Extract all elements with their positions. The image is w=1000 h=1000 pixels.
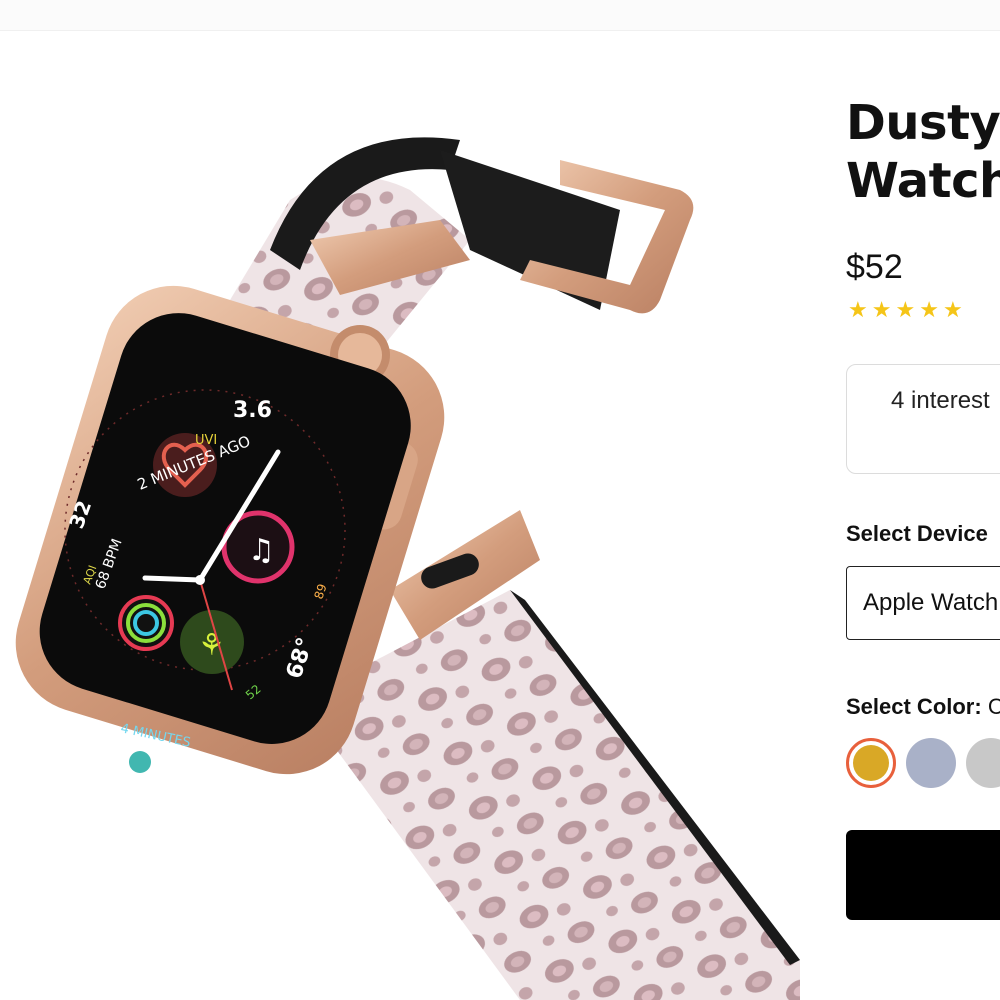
face-top-value: 3.6 [233, 398, 272, 423]
star-icon: ★ [895, 297, 916, 322]
svg-text:⚘: ⚘ [198, 628, 225, 663]
color-swatch-gold-fill [853, 745, 889, 781]
product-title-line1: Dusty [846, 95, 1000, 151]
color-swatch-gold[interactable] [846, 738, 896, 788]
info-text: 4 interest [891, 387, 990, 414]
product-title-line2: Watch [846, 153, 1000, 209]
product-title: Dusty Watch [846, 94, 1000, 210]
svg-text:♫: ♫ [248, 533, 275, 568]
add-to-cart-button[interactable] [846, 830, 1000, 920]
select-color-value: C [987, 694, 1000, 719]
info-box: 4 interest [846, 364, 1000, 474]
device-select-value: Apple Watch [863, 589, 999, 616]
star-rating: ★ ★ ★ ★ ★ [848, 298, 963, 322]
color-swatches [846, 738, 1000, 788]
select-color-label: Select Color: C [846, 694, 1000, 720]
star-icon: ★ [871, 297, 892, 322]
star-icon: ★ [942, 297, 963, 322]
top-bar [0, 0, 1000, 31]
device-select[interactable]: Apple Watch [846, 566, 1000, 640]
star-icon: ★ [848, 297, 868, 322]
color-swatch-lavender-grey[interactable] [906, 738, 956, 788]
select-color-label-text: Select Color: [846, 694, 982, 719]
color-swatch-silver[interactable] [966, 738, 1000, 788]
star-icon: ★ [919, 297, 939, 322]
select-device-label: Select Device [846, 521, 988, 546]
product-image: ♫ ⚘ 3.6 UVI 2 MINUTES AGO 32 68 BPM AQI … [0, 60, 800, 1000]
product-price: $52 [846, 248, 903, 286]
